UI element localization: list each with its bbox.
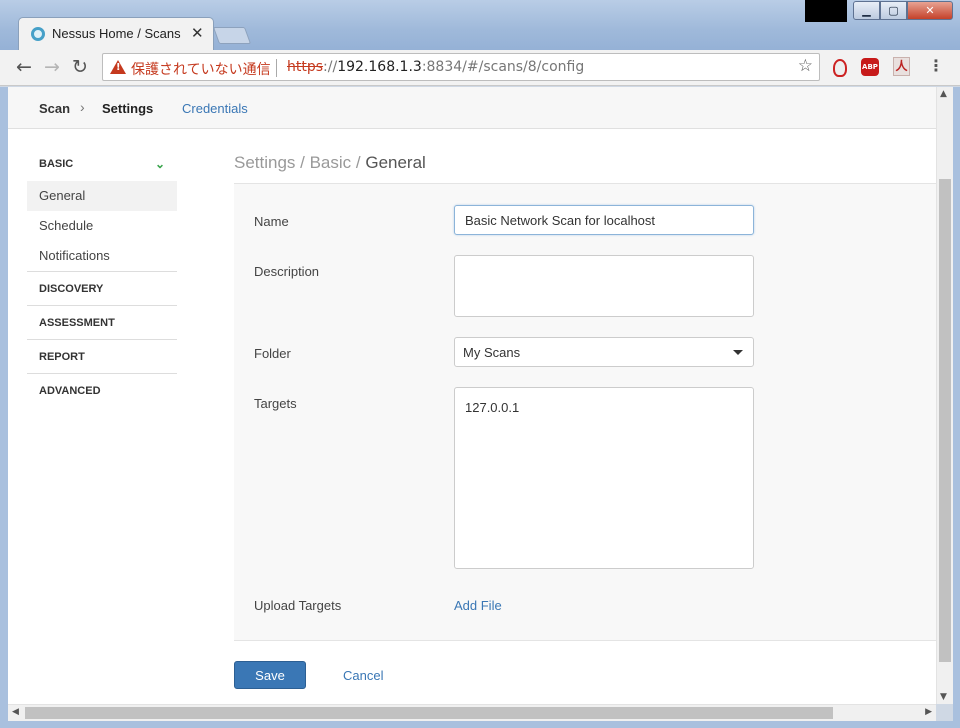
window-frame-right (953, 87, 960, 728)
warning-triangle-icon[interactable] (110, 60, 126, 74)
folder-select[interactable]: My Scans (454, 337, 754, 367)
caret-down-icon (733, 350, 743, 355)
subnav-scan-link[interactable]: Scan (39, 101, 70, 116)
sidebar-section-advanced[interactable]: ADVANCED (27, 374, 177, 408)
url-path: :8834/#/scans/8/config (421, 59, 585, 75)
sidebar-item-schedule[interactable]: Schedule (27, 211, 177, 241)
url-scheme: https (287, 59, 324, 75)
add-file-link[interactable]: Add File (454, 598, 502, 613)
tab-close-icon[interactable]: ✕ (191, 24, 204, 42)
save-button[interactable]: Save (234, 661, 306, 689)
redacted-region (805, 0, 847, 22)
tab-settings[interactable]: Settings (102, 101, 153, 116)
address-divider (276, 59, 277, 77)
reload-icon[interactable]: ↻ (72, 56, 88, 78)
new-tab-button[interactable] (212, 27, 252, 44)
browser-toolbar: ← → ↻ 保護されていない通信 https://192.168.1.3:883… (0, 50, 960, 86)
description-textarea[interactable] (454, 255, 754, 317)
general-settings-form: Name Description Folder My Scans Targets… (234, 183, 936, 641)
adblock-plus-icon[interactable]: ABP (861, 58, 879, 76)
bookmark-star-icon[interactable]: ☆ (798, 56, 813, 76)
url-scheme-separator: :// (323, 59, 338, 75)
sidebar-section-label: BASIC (39, 158, 74, 170)
window-close-button[interactable]: ✕ (907, 1, 953, 20)
window-frame-bottom (0, 721, 960, 728)
settings-sidebar: BASIC ⌄ General Schedule Notifications D… (27, 147, 177, 408)
extension-shield-icon[interactable] (830, 57, 847, 77)
address-bar[interactable]: 保護されていない通信 https://192.168.1.3:8834/#/sc… (102, 53, 820, 81)
vertical-scroll-thumb[interactable] (939, 179, 951, 662)
window-maximize-button[interactable]: ▢ (880, 1, 907, 20)
tab-credentials[interactable]: Credentials (182, 101, 248, 116)
window-frame-left (0, 87, 8, 728)
name-input[interactable] (454, 205, 754, 235)
url-text[interactable]: https://192.168.1.3:8834/#/scans/8/confi… (287, 59, 584, 75)
browser-tab[interactable]: Nessus Home / Scans ✕ (18, 17, 214, 51)
name-label: Name (254, 214, 289, 229)
sidebar-item-general[interactable]: General (27, 181, 177, 211)
browser-menu-icon[interactable]: ⋮ (928, 56, 944, 75)
nessus-favicon-icon (31, 27, 45, 41)
chevron-right-icon: › (80, 99, 85, 115)
description-label: Description (254, 264, 320, 279)
chevron-down-icon[interactable]: ⌄ (155, 147, 165, 181)
targets-textarea[interactable]: 127.0.0.1 (454, 387, 754, 569)
scroll-down-icon[interactable]: ▼ (940, 692, 947, 702)
tab-title: Nessus Home / Scans (52, 26, 181, 41)
pdf-extension-icon[interactable]: 人 (893, 57, 910, 76)
window-minimize-button[interactable]: ▁ (853, 1, 880, 20)
page-title-path: Settings / Basic / (234, 153, 366, 172)
targets-label: Targets (254, 396, 297, 411)
forward-arrow-icon[interactable]: → (44, 56, 60, 78)
page-title: Settings / Basic / General (234, 153, 426, 173)
scan-subnav: Scan › Settings Credentials (8, 87, 936, 129)
page-title-current: General (365, 153, 426, 172)
sidebar-section-basic[interactable]: BASIC ⌄ (27, 147, 177, 181)
url-host: 192.168.1.3 (337, 59, 422, 75)
cancel-link[interactable]: Cancel (343, 668, 383, 683)
sidebar-section-discovery[interactable]: DISCOVERY (27, 272, 177, 306)
scroll-right-icon[interactable]: ▶ (925, 707, 932, 717)
security-indicator[interactable]: 保護されていない通信 (131, 59, 271, 79)
page-viewport: Scan › Settings Credentials BASIC ⌄ Gene… (8, 87, 936, 704)
horizontal-scrollbar[interactable]: ◀ ▶ (8, 704, 936, 721)
sidebar-section-assessment[interactable]: ASSESSMENT (27, 306, 177, 340)
folder-selected-value: My Scans (463, 345, 521, 360)
folder-label: Folder (254, 346, 291, 361)
vertical-scrollbar[interactable]: ▲ ▼ (936, 87, 953, 704)
upload-targets-label: Upload Targets (254, 598, 342, 613)
scroll-up-icon[interactable]: ▲ (940, 89, 947, 99)
scroll-left-icon[interactable]: ◀ (12, 707, 19, 717)
back-arrow-icon[interactable]: ← (16, 56, 32, 78)
horizontal-scroll-thumb[interactable] (25, 707, 833, 719)
sidebar-item-notifications[interactable]: Notifications (27, 241, 177, 271)
sidebar-section-report[interactable]: REPORT (27, 340, 177, 374)
